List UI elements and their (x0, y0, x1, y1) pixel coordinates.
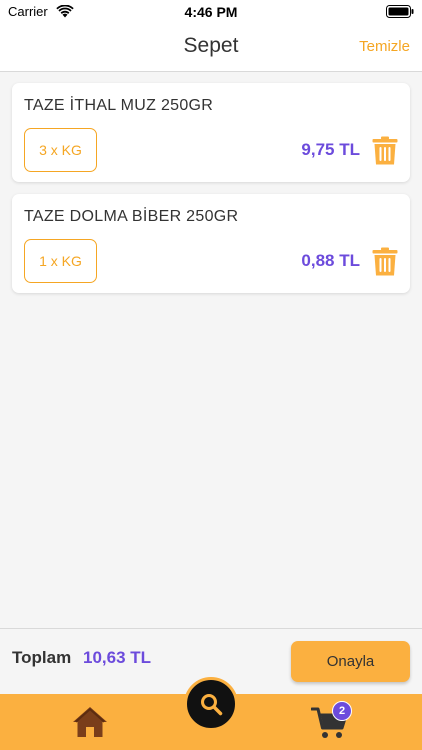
trash-icon[interactable] (372, 136, 398, 165)
confirm-button-label: Onayla (326, 653, 375, 670)
quantity-badge[interactable]: 1 x KG (24, 239, 97, 283)
status-time: 4:46 PM (184, 4, 238, 20)
total-label: Toplam (12, 648, 72, 667)
item-name: TAZE DOLMA BİBER 250GR (24, 208, 239, 225)
total-value: 10,63 TL (83, 648, 152, 667)
navigation-bar: Sepet Temizle (0, 24, 422, 72)
search-icon (201, 694, 223, 716)
item-name: TAZE İTHAL MUZ 250GR (24, 97, 214, 114)
cart-item: TAZE DOLMA BİBER 250GR 1 x KG 0,88 TL (12, 194, 410, 293)
quantity-label: 3 x KG (39, 142, 82, 158)
search-button[interactable] (184, 677, 238, 731)
quantity-badge[interactable]: 3 x KG (24, 128, 97, 172)
cart-item: TAZE İTHAL MUZ 250GR 3 x KG 9,75 TL (12, 83, 410, 182)
home-icon[interactable] (72, 706, 108, 738)
item-price: 9,75 TL (301, 140, 360, 159)
confirm-button[interactable]: Onayla (291, 641, 410, 682)
tab-bar: 2 (0, 677, 422, 750)
cart-count-badge: 2 (332, 701, 352, 721)
battery-icon (386, 5, 414, 18)
status-bar: Carrier 4:46 PM (0, 0, 422, 24)
item-price: 0,88 TL (301, 251, 360, 270)
trash-icon[interactable] (372, 247, 398, 276)
clear-cart-button[interactable]: Temizle (359, 38, 410, 55)
cart-count: 2 (338, 705, 346, 717)
quantity-label: 1 x KG (39, 253, 82, 269)
